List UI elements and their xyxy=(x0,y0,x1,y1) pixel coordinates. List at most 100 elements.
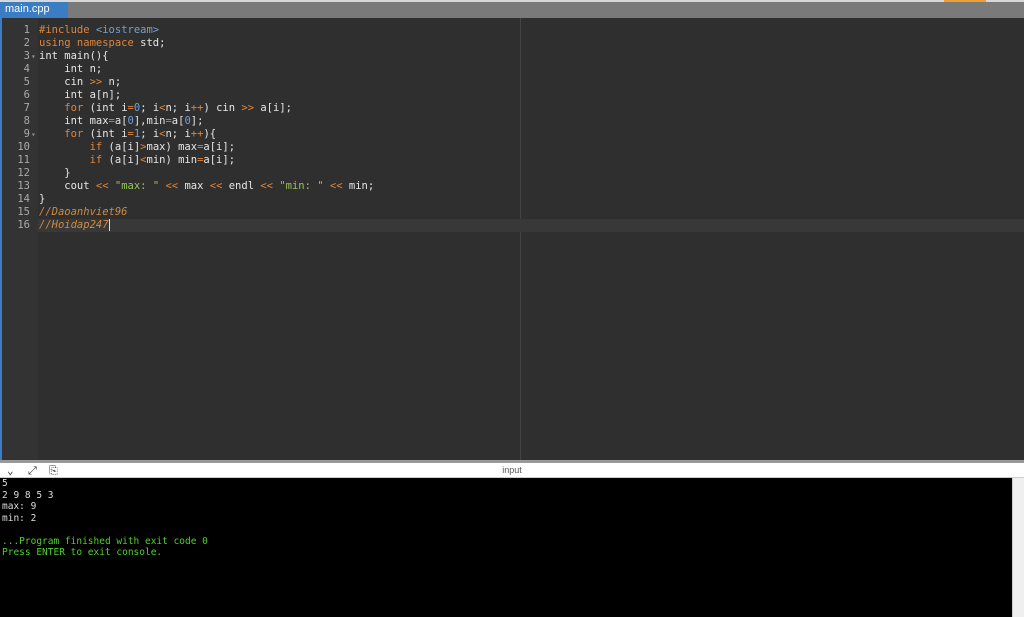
line-number-gutter: 1 2 3 ▾ 4 5 6 7 8 9 ▾ 10 11 12 13 14 15 16 xyxy=(2,18,38,460)
code-token: ++ xyxy=(190,128,204,140)
code-token: ){ xyxy=(203,128,217,140)
code-token: << xyxy=(329,180,343,192)
code-token: using namespace xyxy=(39,37,134,49)
code-token: ],min xyxy=(133,115,166,127)
code-token: //Daoanhviet96 xyxy=(39,206,128,218)
code-token: >> xyxy=(241,102,255,114)
line-number: 16 xyxy=(17,219,30,231)
code-token: << xyxy=(95,180,109,192)
code-token: endl xyxy=(222,180,261,192)
line-number: 14 xyxy=(17,193,30,205)
code-line[interactable]: for (int i=1; i<n; i++){ xyxy=(39,128,216,141)
line-number: 9 xyxy=(23,128,30,140)
code-line[interactable]: //Hoidap247 xyxy=(39,219,110,232)
window-accent xyxy=(944,0,986,2)
code-line[interactable]: cin >> n; xyxy=(39,76,121,89)
console-title: input xyxy=(502,465,522,475)
code-token: ; i xyxy=(140,102,160,114)
code-token: n; i xyxy=(165,128,191,140)
line-number: 1 xyxy=(23,24,30,36)
code-token: //Hoidap247 xyxy=(39,219,109,231)
code-token: n; i xyxy=(165,102,191,114)
line-number: 10 xyxy=(17,141,30,153)
code-token: << xyxy=(260,180,273,192)
code-token: #include xyxy=(39,24,96,36)
line-number: 13 xyxy=(17,180,30,192)
text-cursor xyxy=(108,219,110,231)
code-token: min) min xyxy=(146,154,198,166)
code-line[interactable]: int a[n]; xyxy=(39,89,121,102)
code-token: for xyxy=(64,128,84,140)
code-line[interactable]: //Daoanhviet96 xyxy=(39,206,128,219)
code-token: if xyxy=(89,154,103,166)
code-line[interactable]: cout << "max: " << max << endl << "min: … xyxy=(39,180,374,193)
code-token: for xyxy=(64,102,84,114)
code-line[interactable]: int n; xyxy=(39,63,102,76)
code-line[interactable]: int main(){ xyxy=(39,50,109,63)
code-editor[interactable]: 1 2 3 ▾ 4 5 6 7 8 9 ▾ 10 11 12 13 14 15 16 #include <iost… xyxy=(0,18,1024,460)
line-number: 6 xyxy=(23,89,30,101)
code-token: cout xyxy=(39,180,96,192)
line-number: 11 xyxy=(17,154,30,166)
code-token: int max xyxy=(39,115,109,127)
line-number: 8 xyxy=(23,115,30,127)
code-token: min; xyxy=(342,180,375,192)
code-token: max) max xyxy=(146,141,198,153)
code-token: a[i]; xyxy=(254,102,292,114)
code-line[interactable]: } xyxy=(39,167,71,180)
code-token: ; i xyxy=(140,128,160,140)
code-token: ++ xyxy=(190,102,204,114)
code-line[interactable]: using namespace std; xyxy=(39,37,165,50)
line-number: 5 xyxy=(23,76,30,88)
console-output[interactable]: 52 9 8 5 3 max: 9 min: 2 ...Program finishe… xyxy=(0,478,1012,617)
code-token: std; xyxy=(133,37,166,49)
code-token: (int i xyxy=(83,102,128,114)
console-status-line: ...Program finished with exit code 0 xyxy=(2,535,208,547)
console-line: min: 2 xyxy=(2,512,37,524)
line-number: 3 xyxy=(23,50,30,62)
code-token: max xyxy=(178,180,210,192)
code-token: ]; xyxy=(190,115,204,127)
code-line[interactable]: } xyxy=(39,193,45,206)
code-token: << xyxy=(209,180,223,192)
code-token: int a[n]; xyxy=(39,89,122,101)
tab-main-cpp[interactable]: main.cpp xyxy=(0,2,68,18)
code-line[interactable]: for (int i=0; i<n; i++) cin >> a[i]; xyxy=(39,102,292,115)
code-token: int main(){ xyxy=(39,50,109,62)
code-token: a[i]; xyxy=(203,141,236,153)
line-number: 2 xyxy=(23,37,30,49)
code-token: << xyxy=(165,180,179,192)
code-token: "min: " xyxy=(279,180,324,192)
code-token: <iostream> xyxy=(95,24,160,36)
line-number: 15 xyxy=(17,206,30,218)
code-token: a[ xyxy=(114,115,128,127)
code-token: >> xyxy=(89,76,103,88)
code-line[interactable]: int max=a[0],min=a[0]; xyxy=(39,115,203,128)
line-number: 4 xyxy=(23,63,30,75)
code-line[interactable]: if (a[i]<min) min=a[i]; xyxy=(39,154,235,167)
code-token: } xyxy=(39,193,46,205)
code-token: "max: " xyxy=(114,180,160,192)
console-line: 2 9 8 5 3 xyxy=(2,489,54,501)
code-token: } xyxy=(39,167,71,179)
code-token: a[ xyxy=(171,115,185,127)
code-token: cin xyxy=(39,76,90,88)
fold-toggle-icon[interactable]: ▾ xyxy=(31,128,36,141)
code-token: if xyxy=(89,141,103,153)
code-token: a[i]; xyxy=(203,154,236,166)
console-toolbar: ⌄ ⤢ ⎘ input xyxy=(0,463,1024,478)
fold-toggle-icon[interactable]: ▾ xyxy=(31,50,36,63)
tab-bar xyxy=(0,0,1024,18)
console-scrollbar[interactable] xyxy=(1012,478,1024,617)
console-status-line: Press ENTER to exit console. xyxy=(2,547,163,558)
active-line-highlight xyxy=(38,219,1024,232)
code-line[interactable]: #include <iostream> xyxy=(39,24,159,37)
console-line: max: 9 xyxy=(2,501,37,512)
code-line[interactable]: if (a[i]>max) max=a[i]; xyxy=(39,141,235,154)
line-number: 7 xyxy=(23,102,30,114)
